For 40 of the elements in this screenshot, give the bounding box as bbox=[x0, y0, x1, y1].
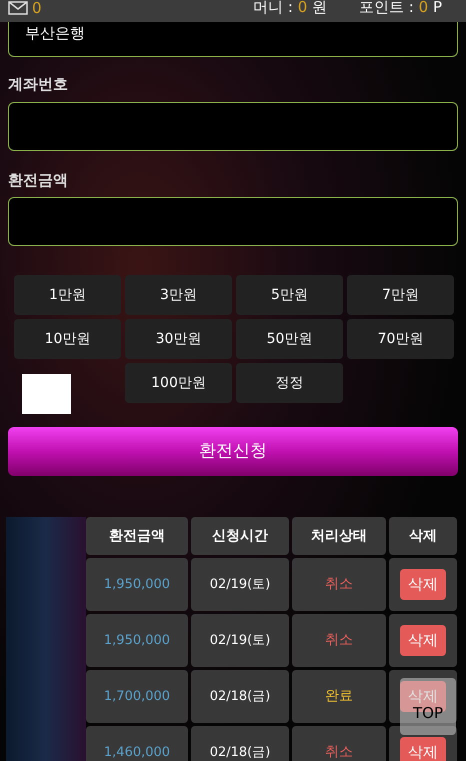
amount-button[interactable]: 70만원 bbox=[347, 319, 454, 359]
column-header: 신청시간 bbox=[191, 517, 289, 555]
message-count: 0 bbox=[32, 0, 42, 16]
table-cell: 1,700,000 bbox=[86, 670, 188, 723]
column-header: 환전금액 bbox=[86, 517, 188, 555]
submit-button[interactable]: 환전신청 bbox=[8, 427, 458, 476]
table-cell: 02/19(토) bbox=[191, 558, 289, 611]
table-cell: 취소 bbox=[292, 614, 386, 667]
mail-icon[interactable] bbox=[8, 1, 28, 15]
delete-button[interactable]: 삭제 bbox=[400, 625, 446, 656]
blank-tile bbox=[22, 374, 71, 414]
table-cell: 02/18(금) bbox=[191, 670, 289, 723]
exchange-amount-field[interactable] bbox=[8, 197, 458, 246]
table-cell: 1,950,000 bbox=[86, 614, 188, 667]
amount-button[interactable]: 50만원 bbox=[236, 319, 343, 359]
amount-button[interactable]: 30만원 bbox=[125, 319, 232, 359]
column-header: 삭제 bbox=[389, 517, 457, 555]
table-cell: 1,950,000 bbox=[86, 558, 188, 611]
amount-button[interactable]: 5만원 bbox=[236, 275, 343, 315]
table-cell: 취소 bbox=[292, 726, 386, 761]
amount-button[interactable]: 7만원 bbox=[347, 275, 454, 315]
amount-button[interactable]: 10만원 bbox=[14, 319, 121, 359]
table-cell: 02/18(금) bbox=[191, 726, 289, 761]
field-label: 환전금액 bbox=[8, 170, 69, 190]
amount-button[interactable]: 100만원 bbox=[125, 363, 232, 403]
field-label: 계좌번호 bbox=[8, 74, 69, 95]
points-balance: 포인트 : 0 P bbox=[359, 0, 442, 14]
delete-button[interactable]: 삭제 bbox=[400, 737, 446, 761]
money-balance: 머니 : 0 원 bbox=[253, 0, 328, 14]
bank-field[interactable]: 부산은행 bbox=[8, 22, 458, 57]
delete-button[interactable]: 삭제 bbox=[400, 569, 446, 600]
amount-button[interactable]: 정정 bbox=[236, 363, 343, 403]
table-cell: 완료 bbox=[292, 670, 386, 723]
amount-button[interactable]: 3만원 bbox=[125, 275, 232, 315]
account-number-field[interactable] bbox=[8, 102, 458, 150]
amount-button[interactable]: 1만원 bbox=[14, 275, 121, 315]
table-cell: 1,460,000 bbox=[86, 726, 188, 761]
table-cell: 취소 bbox=[292, 558, 386, 611]
table-cell: 02/19(토) bbox=[191, 614, 289, 667]
column-header: 처리상태 bbox=[292, 517, 386, 555]
